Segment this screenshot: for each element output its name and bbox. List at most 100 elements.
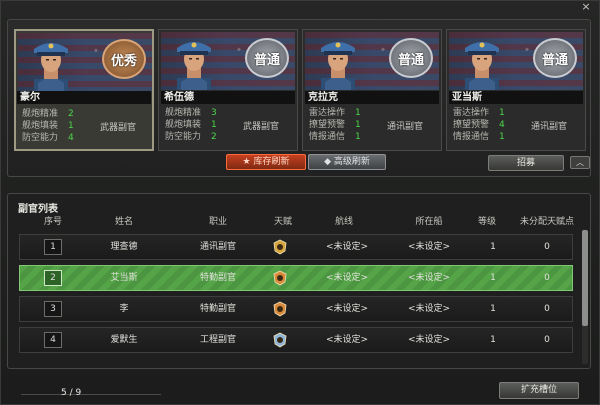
stat-name: 舰炮精准 (165, 108, 202, 118)
page-indicator: 5 / 9 (61, 388, 82, 398)
header-route: 航线 (334, 217, 353, 227)
row-points: 0 (544, 335, 550, 345)
stat-row: 防空能力 2 (165, 131, 235, 143)
stat-row: 舰炮精准 2 (22, 108, 92, 120)
talent-badge-icon[interactable] (272, 301, 288, 317)
officer-role: 武器副官 (100, 123, 137, 133)
stat-name: 情报通信 (453, 132, 490, 142)
talent-badge-icon[interactable] (272, 270, 288, 286)
stat-value: 2 (68, 109, 74, 119)
officer-role: 通讯副官 (387, 122, 424, 132)
expand-slots-button[interactable]: 扩充槽位 (499, 382, 579, 399)
stat-name: 防空能力 (22, 133, 59, 143)
stat-row: 防空能力 4 (22, 132, 92, 144)
rank-badge: 普通 (533, 38, 577, 78)
stat-value: 1 (499, 132, 505, 142)
stat-name: 情报通信 (309, 132, 346, 142)
row-route: <未设定> (325, 304, 369, 314)
collapse-button[interactable]: ︿ (570, 156, 590, 169)
close-button[interactable]: × (579, 1, 593, 13)
row-route: <未设定> (325, 335, 369, 345)
row-level: 1 (490, 335, 496, 345)
row-ship: <未设定> (407, 273, 451, 283)
stat-row: 雷达操作 1 (453, 107, 523, 119)
stat-value: 4 (68, 133, 74, 143)
row-job: 工程副官 (199, 335, 236, 345)
officer-role: 通讯副官 (531, 122, 568, 132)
recruit-button[interactable]: 招募 (488, 155, 564, 171)
row-ship: <未设定> (407, 304, 451, 314)
stat-value: 1 (211, 120, 217, 130)
table-row[interactable]: 1 理查德 通讯副官 <未设定> <未设定> 1 0 (19, 234, 573, 260)
header-job: 职业 (208, 217, 227, 227)
inventory-refresh-button[interactable]: ★ 库存刷新 (226, 154, 306, 170)
talent-badge-icon[interactable] (272, 239, 288, 255)
stat-name: 舰炮填装 (22, 121, 59, 131)
header-index: 序号 (43, 217, 62, 227)
row-job: 特勤副官 (199, 273, 236, 283)
row-level: 1 (490, 304, 496, 314)
row-points: 0 (544, 242, 550, 252)
stat-row: 情报通信 1 (309, 131, 379, 143)
stat-row: 情报通信 1 (453, 131, 523, 143)
officer-name: 豪尔 (17, 91, 151, 104)
officer-portrait: 普通 (449, 32, 583, 90)
row-job: 特勤副官 (199, 304, 236, 314)
row-level: 1 (490, 242, 496, 252)
candidate-card[interactable]: 普通 克拉克 雷达操作 1 撩望预警 1 情报通信 1 通讯副官 (302, 29, 442, 151)
stat-value: 3 (211, 108, 217, 118)
row-index: 2 (44, 270, 62, 286)
officer-stats: 雷达操作 1 撩望预警 4 情报通信 1 (453, 107, 523, 143)
row-index: 4 (44, 332, 62, 348)
stat-value: 1 (355, 132, 361, 142)
officer-portrait: 普通 (161, 32, 295, 90)
row-name: 理查德 (110, 242, 138, 252)
scroll-thumb[interactable] (582, 230, 588, 326)
header-name: 姓名 (114, 217, 133, 227)
list-scrollbar[interactable] (582, 230, 588, 364)
officer-role: 武器副官 (243, 122, 280, 132)
row-name: 李 (119, 304, 129, 314)
officer-face-icon (177, 42, 211, 90)
stat-value: 1 (68, 121, 74, 131)
header-level: 等级 (477, 217, 496, 227)
talent-badge-icon[interactable] (272, 332, 288, 348)
stat-value: 1 (355, 120, 361, 130)
header-ship: 所在船 (415, 217, 443, 227)
officer-stats: 舰炮精准 2 舰炮填装 1 防空能力 4 (22, 108, 92, 144)
stat-row: 舰炮精准 3 (165, 107, 235, 119)
table-row[interactable]: 2 艾当斯 特勤副官 <未设定> <未设定> 1 0 (19, 265, 573, 291)
stat-name: 舰炮填装 (165, 120, 202, 130)
row-index: 1 (44, 239, 62, 255)
officer-portrait: 优秀 (18, 33, 152, 91)
row-name: 爱默生 (110, 335, 138, 345)
candidate-card[interactable]: 普通 希伍德 舰炮精准 3 舰炮填装 1 防空能力 2 武器副官 (158, 29, 298, 151)
stat-value: 2 (211, 132, 217, 142)
row-ship: <未设定> (407, 242, 451, 252)
candidate-panel: 优秀 豪尔 舰炮精准 2 舰炮填装 1 防空能力 4 武器副官 普通 希伍德 舰… (7, 19, 591, 177)
row-index: 3 (44, 301, 62, 317)
row-route: <未设定> (325, 242, 369, 252)
table-row[interactable]: 4 爱默生 工程副官 <未设定> <未设定> 1 0 (19, 327, 573, 353)
stat-value: 4 (499, 120, 505, 130)
candidate-card[interactable]: 普通 亚当斯 雷达操作 1 撩望预警 4 情报通信 1 通讯副官 (446, 29, 586, 151)
officer-list-panel: 副官列表 序号 姓名 职业 天赋 航线 所在船 等级 未分配天赋点 1 理查德 … (7, 193, 591, 369)
stat-value: 1 (355, 108, 361, 118)
row-job: 通讯副官 (199, 242, 236, 252)
officer-name: 亚当斯 (449, 91, 583, 104)
table-row[interactable]: 3 李 特勤副官 <未设定> <未设定> 1 0 (19, 296, 573, 322)
officer-recruit-window: × 优秀 豪尔 舰炮精准 2 舰炮填装 1 防空能力 4 武器副官 普通 希伍德… (0, 0, 600, 405)
stat-row: 舰炮填装 1 (22, 120, 92, 132)
candidate-card[interactable]: 优秀 豪尔 舰炮精准 2 舰炮填装 1 防空能力 4 武器副官 (14, 29, 154, 151)
officer-face-icon (321, 42, 355, 90)
stat-name: 防空能力 (165, 132, 202, 142)
header-points: 未分配天赋点 (519, 217, 574, 227)
stat-name: 舰炮精准 (22, 109, 59, 119)
row-name: 艾当斯 (110, 273, 138, 283)
officer-name: 希伍德 (161, 91, 295, 104)
rank-badge: 优秀 (102, 39, 146, 79)
stat-row: 舰炮填装 1 (165, 119, 235, 131)
row-points: 0 (544, 304, 550, 314)
stat-name: 雷达操作 (309, 108, 346, 118)
advanced-refresh-button[interactable]: ◆ 高级刷新 (308, 154, 386, 170)
